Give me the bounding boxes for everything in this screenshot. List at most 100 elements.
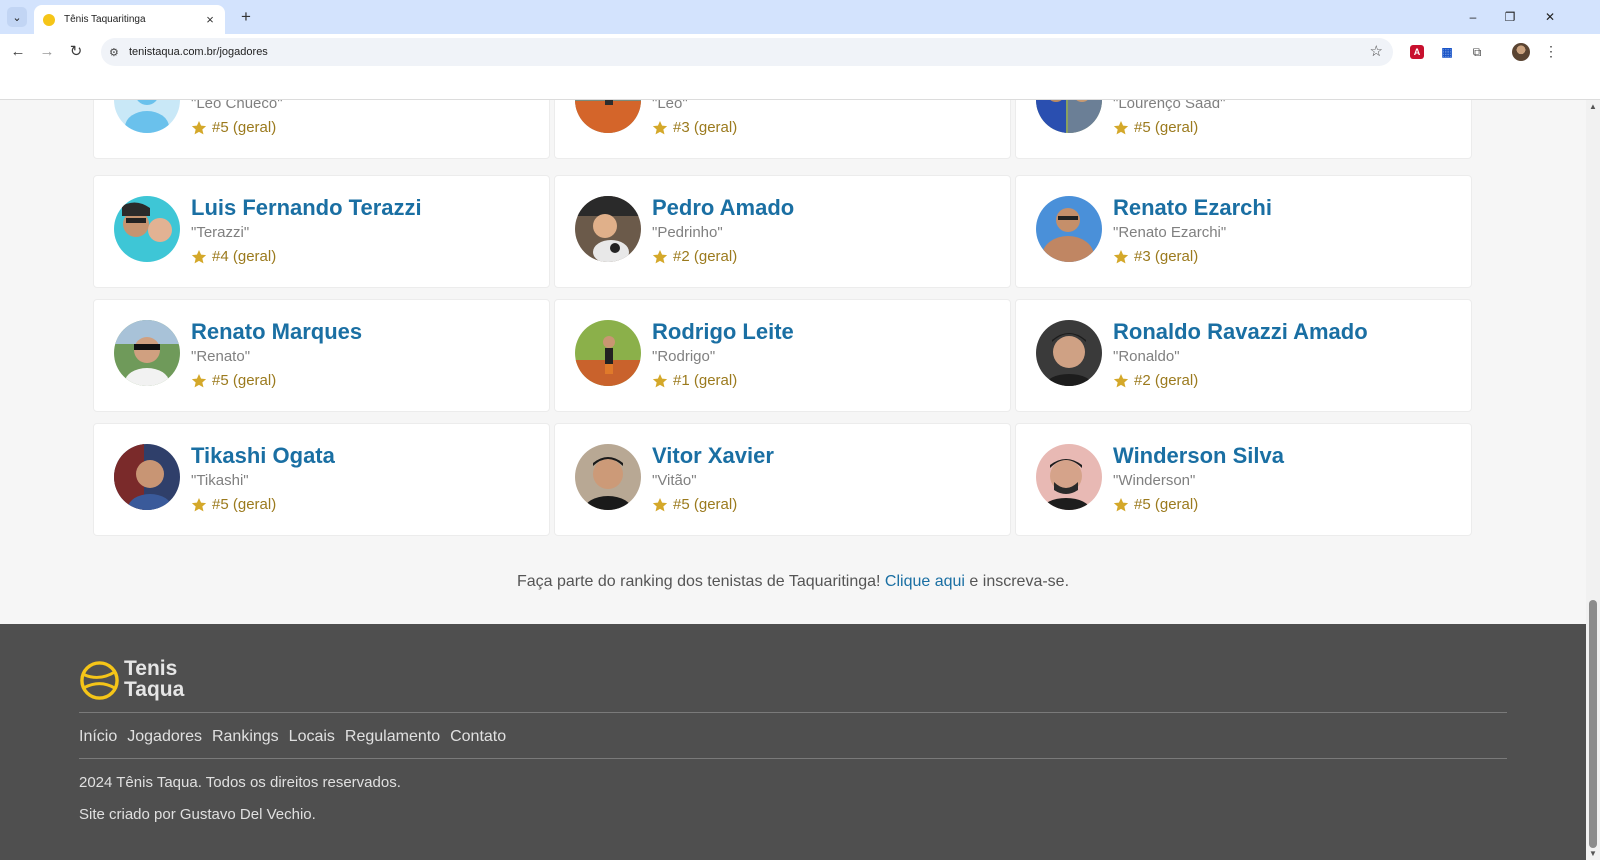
player-card[interactable]: Vitor Xavier "Vitão" #5 (geral): [554, 423, 1011, 536]
player-rank: #5 (geral): [652, 496, 737, 513]
credit-text: Site criado por Gustavo Del Vechio.: [79, 806, 316, 823]
player-card[interactable]: "Léo" #3 (geral): [554, 100, 1011, 159]
player-card[interactable]: Rodrigo Leite "Rodrigo" #1 (geral): [554, 299, 1011, 412]
player-nickname: "Renato Ezarchi": [1113, 224, 1227, 241]
star-icon: [191, 120, 207, 134]
reload-icon[interactable]: ↻: [65, 41, 87, 63]
scroll-up-arrow-icon[interactable]: ▲: [1589, 102, 1597, 111]
forward-arrow-icon[interactable]: →: [36, 41, 58, 63]
player-rank: #1 (geral): [652, 372, 737, 389]
address-bar[interactable]: ⚙ tenistaqua.com.br/jogadores ☆: [101, 38, 1393, 66]
star-icon: [191, 373, 207, 387]
footer-link-jogadores[interactable]: Jogadores: [127, 728, 202, 746]
avatar: [575, 444, 641, 510]
player-nickname: "Tikashi": [191, 472, 249, 489]
new-tab-icon[interactable]: +: [236, 7, 256, 27]
player-name[interactable]: Luis Fernando Terazzi: [191, 195, 422, 221]
player-nickname: "Rodrigo": [652, 348, 716, 365]
player-rank: #3 (geral): [652, 119, 737, 136]
footer-link-locais[interactable]: Locais: [289, 728, 335, 746]
close-window-icon[interactable]: ✕: [1540, 8, 1560, 26]
footer-nav: Início Jogadores Rankings Locais Regulam…: [79, 728, 506, 746]
player-rank: #5 (geral): [191, 119, 276, 136]
scrollbar-thumb[interactable]: [1589, 600, 1597, 848]
browser-tab[interactable]: Tênis Taquaritinga ×: [34, 5, 225, 34]
avatar: [575, 100, 641, 133]
back-arrow-icon[interactable]: ←: [7, 41, 29, 63]
footer-link-rankings[interactable]: Rankings: [212, 728, 279, 746]
player-name[interactable]: Rodrigo Leite: [652, 319, 794, 345]
tab-search-chevron-icon[interactable]: ⌄: [7, 7, 27, 27]
site-info-icon[interactable]: ⚙: [109, 46, 127, 59]
star-icon: [652, 120, 668, 134]
player-card[interactable]: Renato Marques "Renato" #5 (geral): [93, 299, 550, 412]
scroll-down-arrow-icon[interactable]: ▼: [1589, 849, 1597, 858]
player-nickname: "Vitão": [652, 472, 697, 489]
player-name[interactable]: Renato Marques: [191, 319, 362, 345]
star-icon: [191, 497, 207, 511]
copyright-text: 2024 Tênis Taqua. Todos os direitos rese…: [79, 774, 401, 791]
player-card[interactable]: "Leo Chueco" #5 (geral): [93, 100, 550, 159]
star-icon: [652, 373, 668, 387]
star-icon: [1113, 373, 1129, 387]
player-nickname: "Ronaldo": [1113, 348, 1180, 365]
player-card[interactable]: Pedro Amado "Pedrinho" #2 (geral): [554, 175, 1011, 288]
player-rank: #5 (geral): [1113, 496, 1198, 513]
avatar: [1036, 320, 1102, 386]
player-nickname: "Lourenço Saad": [1113, 100, 1226, 112]
player-nickname: "Léo": [652, 100, 688, 112]
cta-suffix: e inscreva-se.: [964, 573, 1070, 590]
star-icon: [1113, 249, 1129, 263]
footer-link-inicio[interactable]: Início: [79, 728, 117, 746]
player-card[interactable]: Renato Ezarchi "Renato Ezarchi" #3 (gera…: [1015, 175, 1472, 288]
page-viewport: "Leo Chueco" #5 (geral) "Léo" #3 (geral)…: [0, 100, 1586, 860]
puzzle-icon[interactable]: ⧉: [1468, 43, 1486, 61]
player-name[interactable]: Renato Ezarchi: [1113, 195, 1272, 221]
player-rank: #2 (geral): [1113, 372, 1198, 389]
minimize-icon[interactable]: –: [1463, 8, 1483, 26]
star-icon: [1113, 497, 1129, 511]
player-name[interactable]: Ronaldo Ravazzi Amado: [1113, 319, 1368, 345]
pdf-extension-icon[interactable]: A: [1410, 45, 1424, 59]
footer-link-regulamento[interactable]: Regulamento: [345, 728, 440, 746]
grid-extension-icon[interactable]: ▦: [1438, 43, 1456, 61]
cta-text: Faça parte do ranking dos tenistas de Ta…: [516, 573, 885, 590]
tennis-ball-logo-icon: [80, 661, 119, 700]
avatar: [114, 320, 180, 386]
player-rank: #4 (geral): [191, 248, 276, 265]
avatar: [114, 196, 180, 262]
player-name[interactable]: Winderson Silva: [1113, 443, 1284, 469]
tab-close-icon[interactable]: ×: [201, 12, 219, 27]
profile-avatar[interactable]: [1512, 43, 1530, 61]
footer-logo-text[interactable]: Tenis Taqua: [124, 658, 184, 700]
page-scrollbar[interactable]: ▲ ▼: [1586, 100, 1600, 860]
restore-icon[interactable]: ❐: [1500, 8, 1520, 26]
avatar: [1036, 196, 1102, 262]
player-card[interactable]: "Lourenço Saad" #5 (geral): [1015, 100, 1472, 159]
signup-link[interactable]: Clique aqui: [885, 573, 965, 590]
avatar: [114, 100, 180, 133]
star-icon: [191, 249, 207, 263]
player-name[interactable]: Tikashi Ogata: [191, 443, 335, 469]
url-text[interactable]: tenistaqua.com.br/jogadores: [129, 46, 268, 58]
avatar: [114, 444, 180, 510]
tab-title: Tênis Taquaritinga: [64, 14, 146, 25]
star-icon: [652, 249, 668, 263]
player-card[interactable]: Ronaldo Ravazzi Amado "Ronaldo" #2 (gera…: [1015, 299, 1472, 412]
bookmark-star-icon[interactable]: ☆: [1370, 42, 1383, 60]
player-name[interactable]: Vitor Xavier: [652, 443, 774, 469]
site-footer: Tenis Taqua Início Jogadores Rankings Lo…: [0, 624, 1586, 860]
player-nickname: "Renato": [191, 348, 251, 365]
browser-menu-icon[interactable]: ⋮: [1544, 43, 1558, 59]
star-icon: [652, 497, 668, 511]
player-card[interactable]: Tikashi Ogata "Tikashi" #5 (geral): [93, 423, 550, 536]
tennis-ball-favicon-icon: [43, 13, 55, 26]
browser-tab-bar: ⌄ Tênis Taquaritinga × + – ❐ ✕: [0, 0, 1600, 34]
avatar: [575, 320, 641, 386]
player-name[interactable]: Pedro Amado: [652, 195, 794, 221]
player-card[interactable]: Winderson Silva "Winderson" #5 (geral): [1015, 423, 1472, 536]
avatar: [1036, 100, 1102, 133]
player-card[interactable]: Luis Fernando Terazzi "Terazzi" #4 (gera…: [93, 175, 550, 288]
footer-link-contato[interactable]: Contato: [450, 728, 506, 746]
avatar: [575, 196, 641, 262]
